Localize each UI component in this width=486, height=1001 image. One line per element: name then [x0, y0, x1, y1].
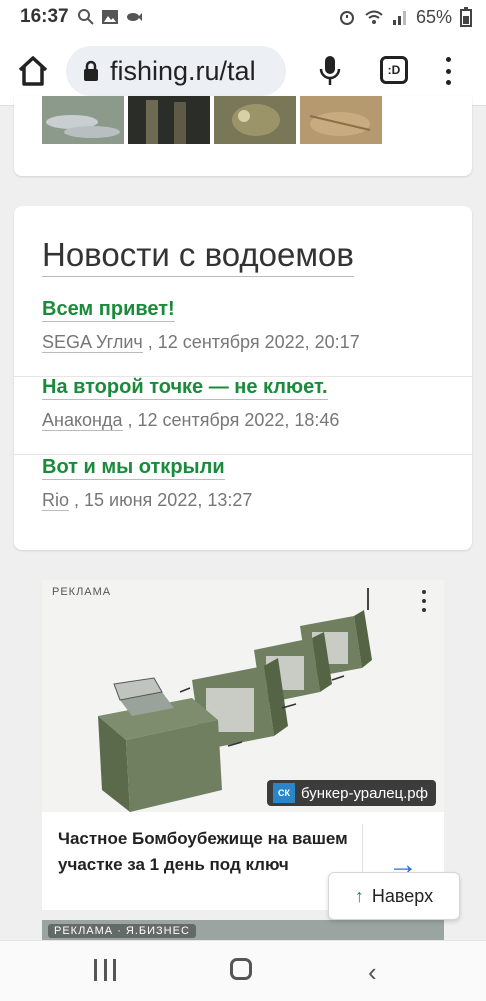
news-item: Вот и мы открыли Rio , 15 июня 2022, 13:…	[14, 456, 472, 534]
ad-label: РЕКЛАМА · Я.БИЗНЕС	[48, 924, 196, 938]
photo-thumbnail[interactable]	[42, 96, 124, 144]
news-item-date: , 12 сентября 2022, 18:46	[127, 410, 340, 430]
news-heading[interactable]: Новости с водоемов	[42, 236, 354, 277]
ad-block[interactable]: РЕКЛАМА СК бункер-уралец.рф Частное Бомб…	[42, 580, 444, 910]
arrow-up-icon: ↑	[354, 885, 364, 906]
address-bar[interactable]: fishing.ru/tal	[66, 46, 286, 96]
image-icon	[101, 10, 118, 24]
home-icon[interactable]	[16, 54, 50, 88]
news-item-date: , 12 сентября 2022, 20:17	[147, 332, 360, 352]
photo-thumbnail[interactable]	[300, 96, 382, 144]
lock-icon	[84, 60, 98, 81]
news-item: На второй точке — не клюет. Анаконда , 1…	[14, 376, 472, 455]
news-item-title[interactable]: Всем привет!	[42, 298, 175, 322]
ad-options-icon[interactable]	[422, 590, 428, 612]
ad-domain-text: бункер-уралец.рф	[300, 784, 428, 802]
wifi-icon	[365, 10, 383, 24]
battery-percent: 65%	[415, 6, 452, 27]
fish-icon	[126, 13, 142, 21]
news-item-author[interactable]: Анаконда	[42, 410, 123, 431]
advertiser-logo: СК	[272, 783, 295, 803]
back-to-top-label: Наверх	[371, 885, 434, 906]
bunker-illustration	[98, 588, 372, 812]
ad-block-2[interactable]: РЕКЛАМА · Я.БИЗНЕС	[42, 920, 444, 940]
microphone-icon[interactable]	[318, 54, 342, 88]
home-nav-icon[interactable]	[230, 958, 252, 980]
browser-menu-button[interactable]	[440, 54, 456, 88]
photo-strip-card	[14, 96, 472, 176]
tab-switcher-button[interactable]: :D	[380, 56, 408, 84]
battery-icon	[460, 7, 472, 27]
news-card: Новости с водоемов Всем привет! SEGA Угл…	[14, 206, 472, 550]
news-item-author[interactable]: SEGA Углич	[42, 332, 143, 353]
photo-thumbnail[interactable]	[128, 96, 210, 144]
news-item: Всем привет! SEGA Углич , 12 сентября 20…	[14, 298, 472, 377]
ad-domain-badge[interactable]: СК бункер-уралец.рф	[266, 780, 436, 806]
ad-label: РЕКЛАМА	[52, 586, 112, 598]
alarm-icon	[339, 11, 354, 25]
photo-thumbnail[interactable]	[214, 96, 296, 144]
recents-icon[interactable]	[94, 959, 116, 981]
ad-headline[interactable]: Частное Бомбоубежище на вашем участке за…	[58, 826, 358, 878]
back-to-top-button[interactable]: ↑ Наверх	[328, 872, 460, 920]
news-item-title[interactable]: Вот и мы открыли	[42, 456, 225, 480]
status-bar: 16:37 65%	[0, 0, 486, 34]
signal-icon	[392, 11, 406, 25]
status-time: 16:37	[20, 6, 69, 27]
search-icon	[77, 9, 94, 25]
news-item-author[interactable]: Rio	[42, 490, 70, 511]
url-text: fishing.ru/tal	[110, 55, 256, 86]
system-nav-bar: ‹	[0, 940, 486, 1001]
news-item-title[interactable]: На второй точке — не клюет.	[42, 376, 328, 400]
back-icon[interactable]: ‹	[368, 957, 377, 988]
ad-image[interactable]: РЕКЛАМА СК бункер-уралец.рф	[42, 580, 444, 812]
news-item-date: , 15 июня 2022, 13:27	[74, 490, 253, 510]
